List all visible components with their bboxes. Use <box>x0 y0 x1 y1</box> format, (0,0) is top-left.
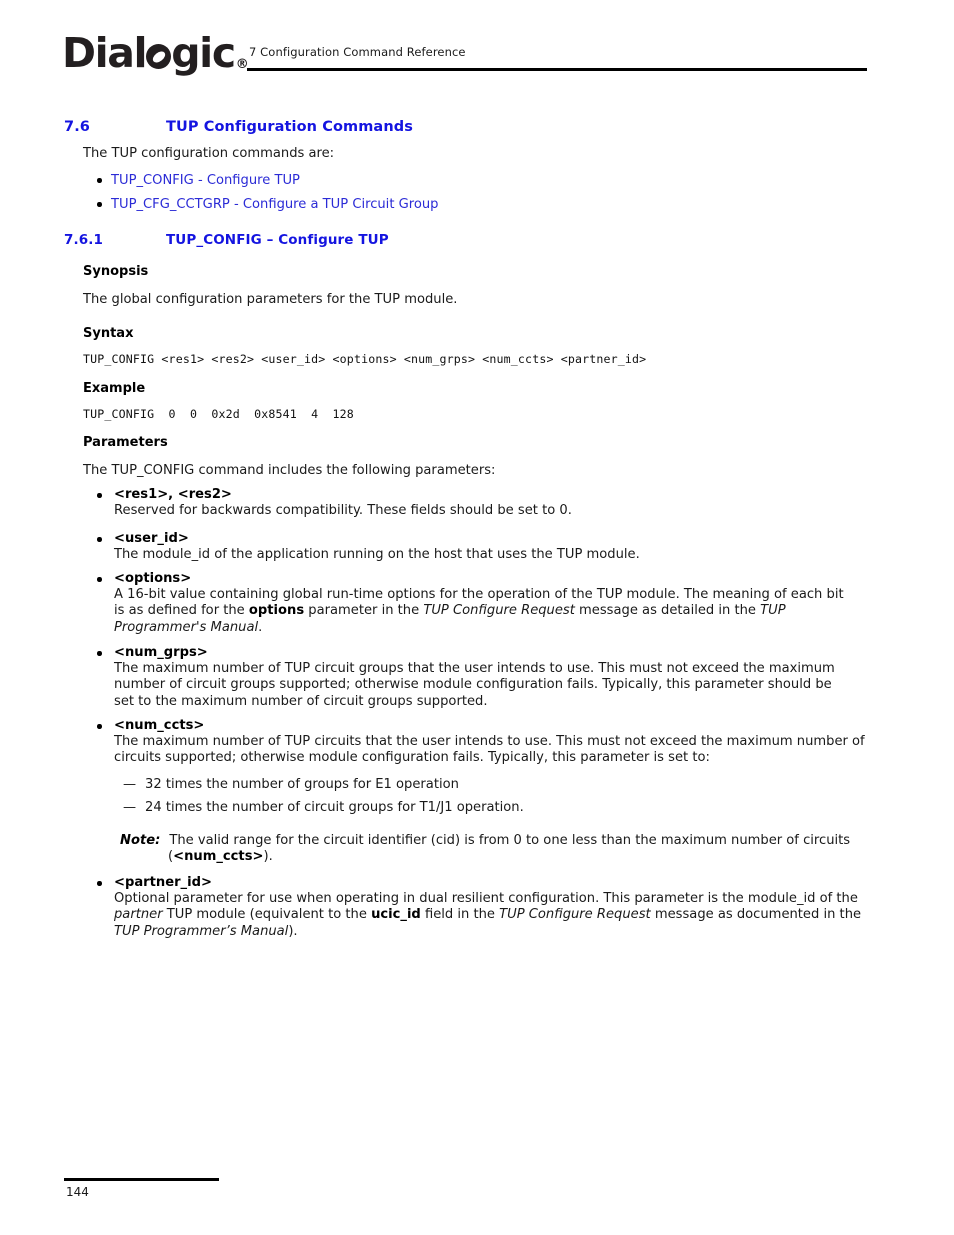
link-label: TUP_CONFIG - Configure TUP <box>111 173 300 188</box>
sub-list-item-t1j1: — 24 times the number of circuit groups f… <box>123 800 524 816</box>
em-dash-marker-icon: — <box>123 777 137 792</box>
bullet-dot-icon <box>97 651 102 656</box>
bullet-dot-icon <box>97 537 102 542</box>
sub-list-item-e1: — 32 times the number of groups for E1 op… <box>123 777 459 793</box>
parameter-term: <num_grps> <box>114 645 208 660</box>
section-intro-paragraph: The TUP configuration commands are: <box>83 146 335 161</box>
footer-divider <box>64 1178 219 1181</box>
note-text: ). <box>263 849 273 865</box>
desc-text: . <box>258 619 263 635</box>
logo-o-glyph <box>146 44 172 69</box>
synopsis-text: The global configuration parameters for … <box>83 292 458 307</box>
desc-italic-title: TUP Configure Request <box>423 603 575 619</box>
page-header: Dial gic® 7 Configuration Command Referen… <box>0 0 954 100</box>
document-page: Dial gic® 7 Configuration Command Referen… <box>0 0 954 1235</box>
parameter-term: <user_id> <box>114 531 189 546</box>
logo-text-part2: gic <box>171 29 236 77</box>
desc-text: message as documented in the <box>650 907 862 923</box>
desc-italic-title: TUP Configure Request <box>499 907 651 923</box>
note-label: Note: <box>120 833 161 848</box>
page-number: 144 <box>66 1185 89 1199</box>
header-divider <box>247 68 867 71</box>
example-heading: Example <box>83 381 146 396</box>
link-tup-cfg-cctgrp[interactable]: TUP_CFG_CCTGRP - Configure a TUP Circuit… <box>97 197 438 213</box>
desc-text: TUP module (equivalent to the <box>162 907 372 923</box>
logo-text-part1: Dial <box>62 29 148 77</box>
desc-text: ). <box>288 923 298 939</box>
parameter-partner-id: <partner_id> Optional parameter for use … <box>97 875 862 940</box>
parameter-term: <num_ccts> <box>114 718 205 733</box>
registered-trademark-icon: ® <box>235 57 249 72</box>
parameter-description: The module_id of the application running… <box>114 547 640 562</box>
note-block: Note: The valid range for the circuit ide… <box>120 833 908 866</box>
example-code-line: TUP_CONFIG 0 0 0x2d 0x8541 4 128 <box>83 407 354 421</box>
parameter-description: The maximum number of TUP circuits that … <box>114 734 865 766</box>
desc-bold-options: options <box>248 603 305 619</box>
desc-italic-partner: partner <box>114 907 163 923</box>
desc-text: message as detailed in the <box>574 603 761 619</box>
parameter-description: The maximum number of TUP circuit groups… <box>114 661 835 709</box>
synopsis-heading: Synopsis <box>83 264 149 279</box>
bullet-dot-icon <box>97 202 102 207</box>
bullet-dot-icon <box>97 577 102 582</box>
sub-list-label: 32 times the number of groups for E1 ope… <box>145 777 459 792</box>
parameter-term: <partner_id> <box>114 875 212 890</box>
running-header-title: 7 Configuration Command Reference <box>249 45 466 59</box>
sub-list-label: 24 times the number of circuit groups fo… <box>145 800 524 815</box>
syntax-heading: Syntax <box>83 326 134 341</box>
section-title: TUP Configuration Commands <box>166 119 413 135</box>
parameter-description: Reserved for backwards compatibility. Th… <box>114 503 572 518</box>
bullet-dot-icon <box>97 724 102 729</box>
parameter-term: <options> <box>114 571 192 586</box>
parameter-num-grps: <num_grps> The maximum number of TUP cir… <box>97 645 852 710</box>
link-label: TUP_CFG_CCTGRP - Configure a TUP Circuit… <box>111 197 439 212</box>
bullet-dot-icon <box>97 881 102 886</box>
desc-text: field in the <box>420 907 500 923</box>
link-tup-config[interactable]: TUP_CONFIG - Configure TUP <box>97 173 300 189</box>
subsection-number: 7.6.1 <box>64 232 103 248</box>
section-number: 7.6 <box>64 119 90 135</box>
em-dash-marker-icon: — <box>123 800 137 815</box>
parameter-description: A 16-bit value containing global run-tim… <box>114 587 857 636</box>
desc-text: Optional parameter for use when operatin… <box>114 891 858 906</box>
desc-text: parameter in the <box>304 603 424 619</box>
parameter-num-ccts: <num_ccts> The maximum number of TUP cir… <box>97 718 869 767</box>
parameters-heading: Parameters <box>83 435 168 450</box>
bullet-dot-icon <box>97 178 102 183</box>
dialogic-logo: Dial gic® <box>62 33 252 79</box>
note-bold-num-ccts: <num_ccts> <box>173 849 264 865</box>
subsection-title: TUP_CONFIG – Configure TUP <box>166 232 389 248</box>
parameter-options: <options> A 16-bit value containing glob… <box>97 571 857 636</box>
parameters-intro: The TUP_CONFIG command includes the foll… <box>83 463 496 478</box>
desc-italic-manual: TUP Programmer’s Manual <box>114 923 289 939</box>
parameter-term: <res1>, <res2> <box>114 487 232 502</box>
syntax-code-line: TUP_CONFIG <res1> <res2> <user_id> <opti… <box>83 352 647 366</box>
parameter-res1-res2: <res1>, <res2> Reserved for backwards co… <box>97 487 867 519</box>
parameter-user-id: <user_id> The module_id of the applicati… <box>97 531 867 563</box>
desc-bold-ucic-id: ucic_id <box>371 907 421 923</box>
logo-wordmark: Dial gic® <box>62 33 249 74</box>
bullet-dot-icon <box>97 493 102 498</box>
parameter-description: Optional parameter for use when operatin… <box>114 891 862 940</box>
